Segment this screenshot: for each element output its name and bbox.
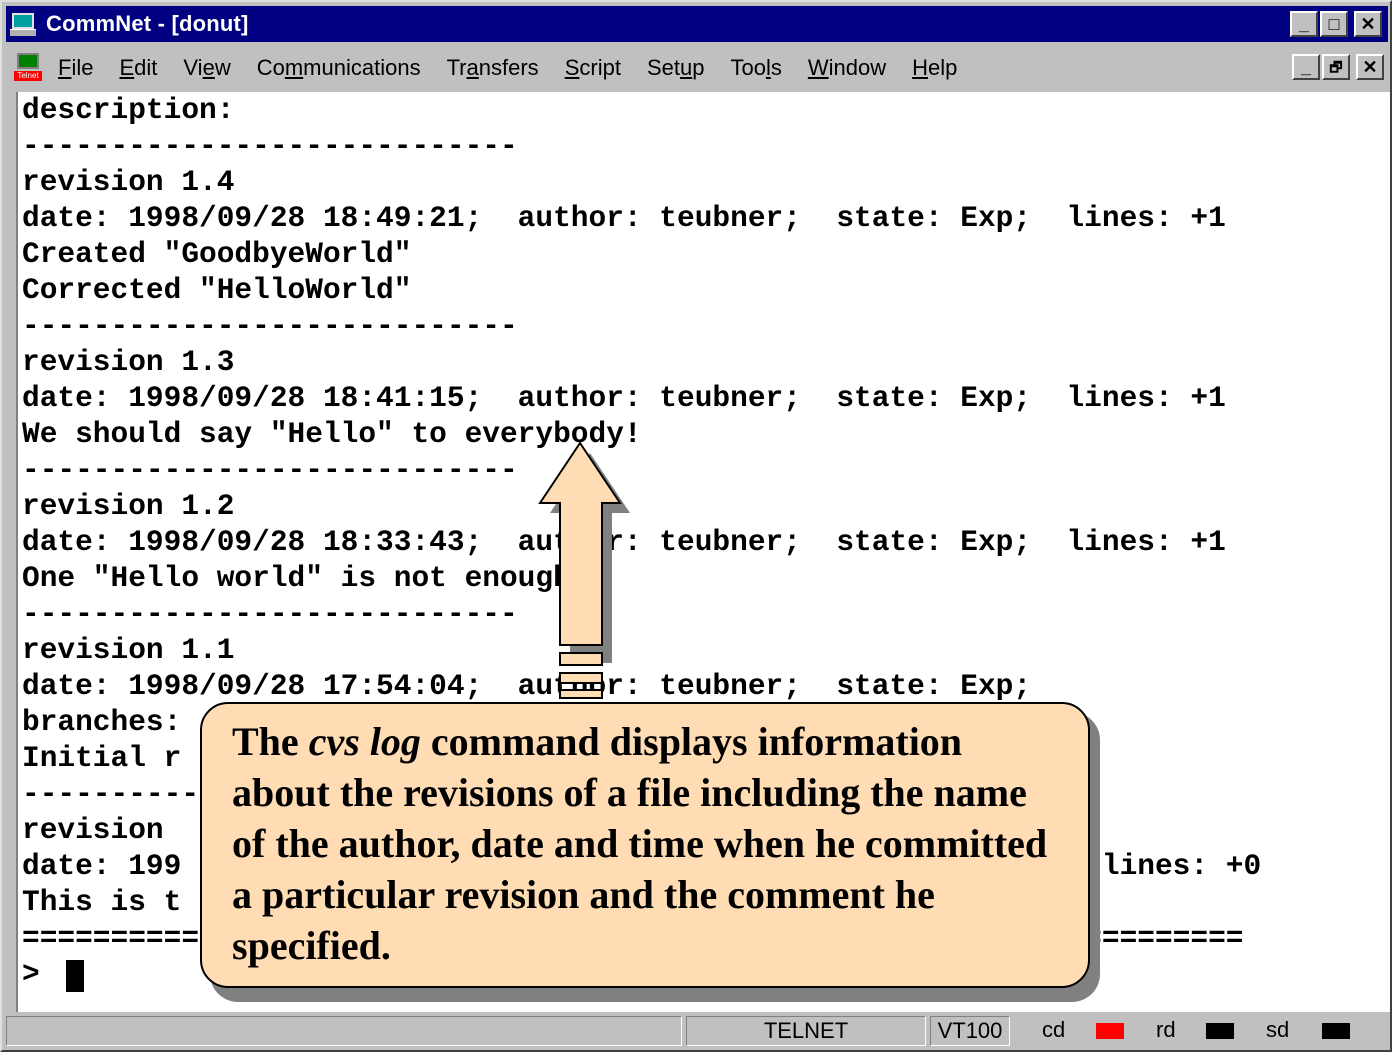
terminal-line: revision 1.3: [22, 345, 235, 379]
terminal-line: ----------------------------: [22, 597, 518, 631]
terminal-line: ----------------------------: [22, 453, 518, 487]
title-bar[interactable]: CommNet - [donut] _ □ ✕: [6, 6, 1388, 42]
menu-help[interactable]: Help: [912, 55, 957, 81]
menu-window[interactable]: Window: [808, 55, 886, 81]
emulation-indicator: VT100: [930, 1016, 1010, 1046]
menu-edit[interactable]: Edit: [119, 55, 157, 81]
menu-view[interactable]: View: [183, 55, 230, 81]
menu-bar: Telnet File Edit View Communications Transfe…: [6, 46, 1388, 90]
sd-label: sd: [1266, 1017, 1290, 1042]
minimize-button[interactable]: _: [1290, 11, 1318, 37]
sd-led-indicator: [1322, 1023, 1350, 1039]
annotation-callout: The cvs log command displays information…: [200, 702, 1090, 988]
menu-transfers[interactable]: Transfers: [447, 55, 539, 81]
menu-script[interactable]: Script: [565, 55, 621, 81]
menu-communications[interactable]: Communications: [257, 55, 421, 81]
menu-file[interactable]: File: [58, 55, 93, 81]
terminal-line: We should say "Hello" to everybody!: [22, 417, 642, 451]
terminal-line: ----------------------------: [22, 129, 518, 163]
terminal-line: revision 1.4: [22, 165, 235, 199]
cd-led-indicator: [1096, 1023, 1124, 1039]
terminal-line: Corrected "HelloWorld": [22, 273, 412, 307]
commnet-app-icon[interactable]: [10, 12, 38, 36]
terminal-line: revision 1.1: [22, 633, 235, 667]
terminal-line: description:: [22, 93, 235, 127]
terminal-line: revision 1.2: [22, 489, 235, 523]
terminal-line: date: 1998/09/28 18:33:43; author: teubn…: [22, 525, 1226, 559]
status-message-panel: [6, 1016, 682, 1046]
menu-setup[interactable]: Setup: [647, 55, 705, 81]
terminal-line: ----------------------------: [22, 309, 518, 343]
terminal-line: date: 1998/09/28 18:49:21; author: teubn…: [22, 201, 1226, 235]
child-restore-button[interactable]: 🗗: [1322, 54, 1350, 80]
terminal-line: date: 1998/09/28 18:41:15; author: teubn…: [22, 381, 1226, 415]
cd-label: cd: [1042, 1017, 1066, 1042]
window-title: CommNet - [donut]: [46, 11, 249, 36]
maximize-button[interactable]: □: [1320, 11, 1348, 37]
status-bar: TELNET VT100 cd rd sd: [6, 1014, 1388, 1048]
telnet-session-icon[interactable]: Telnet: [14, 51, 44, 85]
rd-label: rd: [1156, 1017, 1176, 1042]
terminal-cursor: [66, 960, 84, 992]
child-close-button[interactable]: ✕: [1356, 54, 1384, 80]
close-button[interactable]: ✕: [1354, 11, 1382, 37]
terminal-line: One "Hello world" is not enough!: [22, 561, 589, 595]
terminal-line: date: 1998/09/28 17:54:04; author: teubn…: [22, 669, 1032, 703]
terminal-line: Created "GoodbyeWorld": [22, 237, 412, 271]
menu-tools[interactable]: Tools: [730, 55, 781, 81]
child-minimize-button[interactable]: _: [1292, 54, 1320, 80]
rd-led-indicator: [1206, 1023, 1234, 1039]
callout-text: The cvs log command displays information…: [232, 719, 1048, 968]
protocol-indicator: TELNET: [686, 1016, 926, 1046]
